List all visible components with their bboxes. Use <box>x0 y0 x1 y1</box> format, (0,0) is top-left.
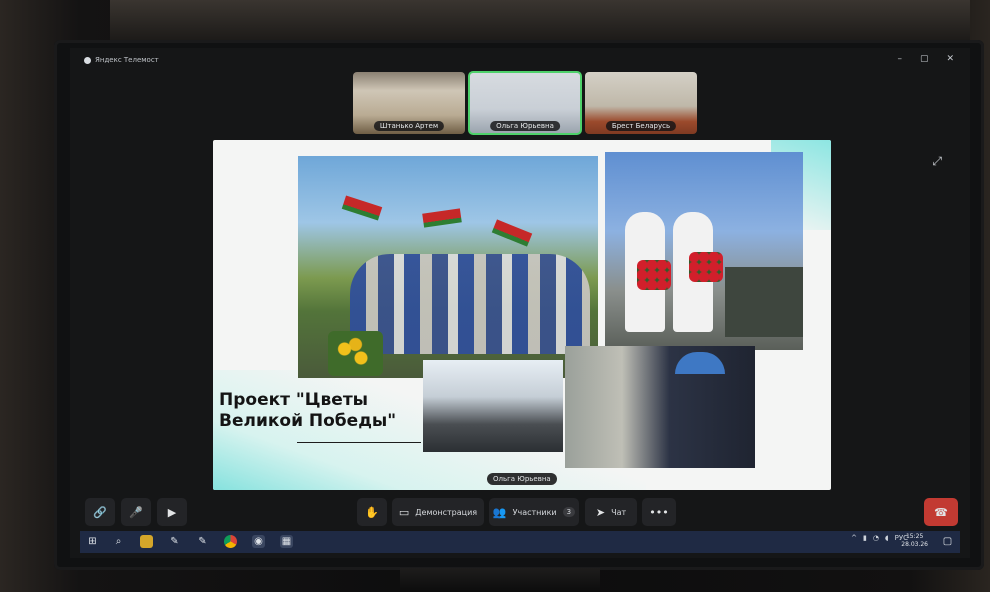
participants-button[interactable]: 👥 Участники 3 <box>489 498 579 526</box>
minimize-button[interactable]: – <box>897 54 902 64</box>
participant-tile-active[interactable]: Ольга Юрьевна <box>468 71 582 135</box>
monitor-stand <box>400 568 600 592</box>
screen: Яндекс Телемост – ▢ ✕ Штанько Артем Ольг… <box>70 48 970 558</box>
slide-title: Проект "Цветы Великой Победы" <box>219 390 397 431</box>
speaker-label: Ольга Юрьевна <box>487 473 557 485</box>
demonstration-button[interactable]: ▭ Демонстрация <box>392 498 484 526</box>
app-icon[interactable]: ▦ <box>280 535 293 548</box>
raise-hand-button[interactable]: ✋ <box>357 498 387 526</box>
search-icon[interactable]: ⌕ <box>112 535 125 548</box>
close-button[interactable]: ✕ <box>946 54 954 64</box>
background-shelf <box>110 0 970 40</box>
people-icon: 👥 <box>492 505 507 519</box>
telemost-logo-icon <box>84 56 91 64</box>
battery-icon[interactable]: ▮ <box>863 534 867 542</box>
camera-icon: ▶ <box>167 505 177 519</box>
fullscreen-icon[interactable]: ⤢ <box>932 154 942 169</box>
mic-button[interactable]: 🎤 <box>121 498 151 526</box>
more-icon: ••• <box>649 505 669 519</box>
camera-button[interactable]: ▶ <box>157 498 187 526</box>
participant-tile[interactable]: Брест Беларусь <box>585 72 697 134</box>
participants-count: 3 <box>562 507 576 517</box>
participant-name: Штанько Артем <box>373 121 445 131</box>
volume-icon[interactable]: ◖ <box>885 534 889 542</box>
participant-name: Брест Беларусь <box>605 121 677 131</box>
shared-slide: Проект "Цветы Великой Победы" <box>213 140 831 490</box>
participant-tile[interactable]: Штанько Артем <box>353 72 465 134</box>
network-icon[interactable]: ◔ <box>873 534 879 542</box>
photo-honor-guard <box>565 346 755 468</box>
window-controls: – ▢ ✕ <box>897 54 954 64</box>
link-button[interactable]: 🔗 <box>85 498 115 526</box>
app-title-bar: Яндекс Телемост <box>84 56 159 64</box>
send-icon: ➤ <box>595 505 606 519</box>
call-toolbar: 🔗 🎤 ▶ ✋ ▭ Демонстрация 👥 Участники 3 ➤ Ч… <box>70 498 970 528</box>
more-button[interactable]: ••• <box>642 498 676 526</box>
app-title: Яндекс Телемост <box>95 56 159 64</box>
chevron-up-icon[interactable]: ^ <box>851 534 857 542</box>
maximize-button[interactable]: ▢ <box>920 54 929 64</box>
title-underline <box>297 442 421 443</box>
demonstration-label: Демонстрация <box>415 507 478 517</box>
app-icon[interactable]: ✎ <box>196 535 209 548</box>
chrome-icon[interactable] <box>224 535 237 548</box>
notification-icon[interactable]: ▢ <box>941 535 954 548</box>
system-tray: ^ ▮ ◔ ◖ РУС <box>851 534 908 542</box>
start-icon[interactable]: ⊞ <box>86 535 99 548</box>
app-icon[interactable]: ✎ <box>168 535 181 548</box>
microphone-icon: 🎤 <box>129 505 143 519</box>
chat-label: Чат <box>611 507 627 517</box>
folder-icon[interactable] <box>140 535 153 548</box>
windows-taskbar: ⊞ ⌕ ✎ ✎ ◉ ▦ ^ ▮ ◔ ◖ РУС 15:25 28.03.26 ▢ <box>80 531 960 553</box>
participant-thumbnails: Штанько Артем Ольга Юрьевна Брест Белару… <box>353 71 697 135</box>
chat-button[interactable]: ➤ Чат <box>585 498 637 526</box>
photo-girls-flowers <box>605 152 803 350</box>
participants-label: Участники <box>512 507 557 517</box>
link-icon: 🔗 <box>93 505 107 519</box>
telemost-icon[interactable]: ◉ <box>252 535 265 548</box>
leave-call-button[interactable]: ☎ <box>924 498 958 526</box>
hang-up-icon: ☎ <box>934 505 948 519</box>
photo-group-memorial <box>298 156 598 378</box>
clock[interactable]: 15:25 28.03.26 <box>901 533 928 549</box>
screen-share-icon: ▭ <box>398 505 410 519</box>
hand-icon: ✋ <box>365 505 379 519</box>
participant-name: Ольга Юрьевна <box>490 121 560 131</box>
photo-laying-flowers <box>423 360 563 452</box>
